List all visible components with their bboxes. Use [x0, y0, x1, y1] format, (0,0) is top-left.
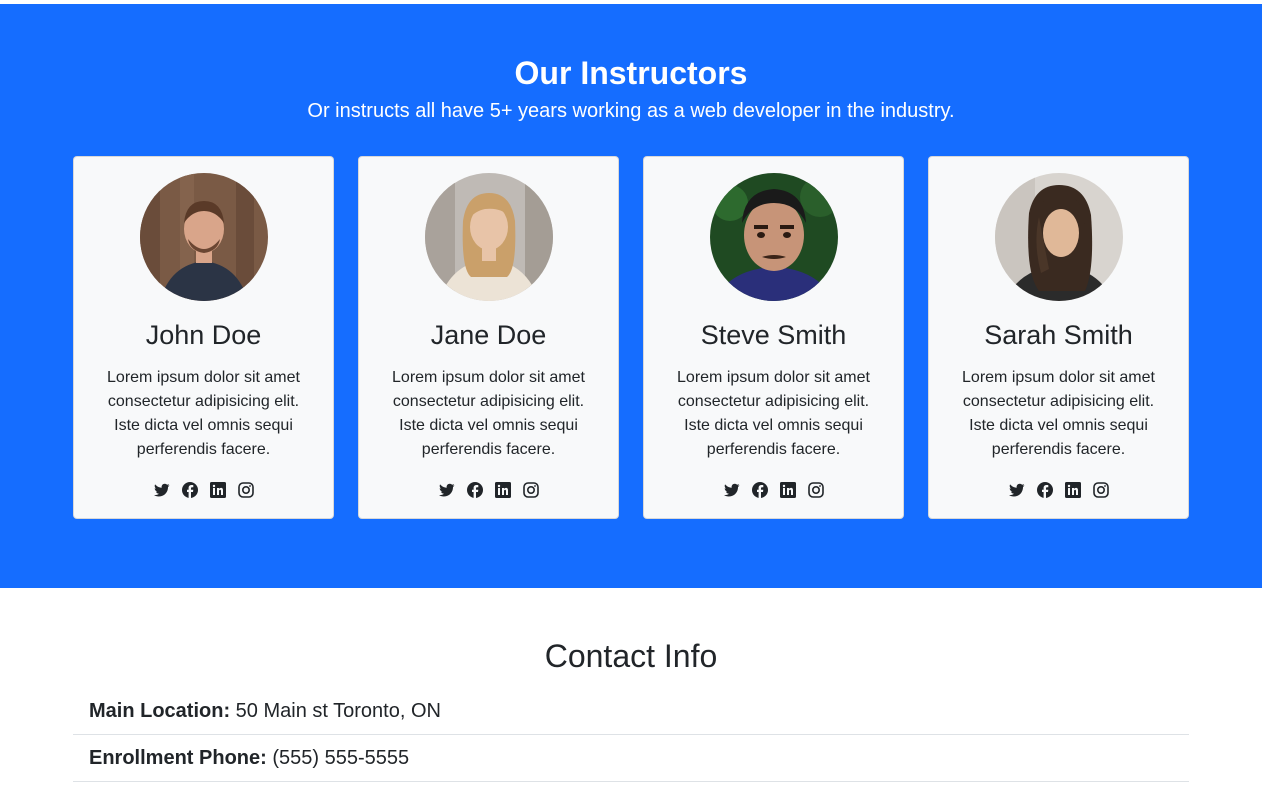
instructors-section: Our Instructors Or instructs all have 5+… — [0, 4, 1262, 588]
contact-value: (555) 555-5555 — [272, 747, 410, 769]
twitter-icon[interactable] — [153, 482, 170, 498]
contact-label: Enrollment Phone: — [89, 747, 267, 769]
instagram-icon[interactable] — [1092, 482, 1109, 498]
instructor-name: Sarah Smith — [984, 320, 1133, 350]
contact-label: Main Location: — [89, 700, 231, 722]
instructor-bio: Lorem ipsum dolor sit amet consectetur a… — [392, 369, 585, 458]
instagram-icon[interactable] — [237, 482, 254, 498]
facebook-icon[interactable] — [181, 482, 198, 498]
twitter-icon[interactable] — [438, 482, 455, 498]
facebook-icon[interactable] — [1036, 482, 1053, 498]
social-links — [644, 482, 903, 498]
linkedin-icon[interactable] — [1064, 482, 1081, 498]
linkedin-icon[interactable] — [494, 482, 511, 498]
instagram-icon[interactable] — [807, 482, 824, 498]
contact-heading: Contact Info — [544, 638, 718, 674]
contact-item-location: Main Location: 50 Main st Toronto, ON — [73, 688, 1189, 735]
instructors-heading: Our Instructors — [514, 55, 748, 91]
contact-value: 50 Main st Toronto, ON — [235, 700, 441, 722]
facebook-icon[interactable] — [466, 482, 483, 498]
instructor-card-steve-smith: Steve Smith Lorem ipsum dolor sit amet c… — [643, 156, 904, 519]
avatar — [709, 173, 838, 301]
contact-section: Contact Info Main Location: 50 Main st T… — [73, 636, 1189, 782]
instructor-card-john-doe: John Doe Lorem ipsum dolor sit amet cons… — [73, 156, 334, 519]
twitter-icon[interactable] — [723, 482, 740, 498]
contact-list: Main Location: 50 Main st Toronto, ON En… — [73, 688, 1189, 782]
twitter-icon[interactable] — [1008, 482, 1025, 498]
avatar — [424, 173, 553, 301]
instagram-icon[interactable] — [522, 482, 539, 498]
linkedin-icon[interactable] — [209, 482, 226, 498]
contact-item-phone: Enrollment Phone: (555) 555-5555 — [73, 735, 1189, 782]
instructors-subheading: Or instructs all have 5+ years working a… — [307, 100, 955, 122]
linkedin-icon[interactable] — [779, 482, 796, 498]
instructor-card-sarah-smith: Sarah Smith Lorem ipsum dolor sit amet c… — [928, 156, 1189, 519]
instructor-cards: John Doe Lorem ipsum dolor sit amet cons… — [0, 156, 1262, 519]
instructor-bio: Lorem ipsum dolor sit amet consectetur a… — [962, 369, 1155, 458]
instructor-name: Steve Smith — [700, 320, 847, 350]
avatar — [994, 173, 1123, 301]
instructor-name: Jane Doe — [430, 320, 547, 350]
instructor-bio: Lorem ipsum dolor sit amet consectetur a… — [677, 369, 870, 458]
facebook-icon[interactable] — [751, 482, 768, 498]
instructor-card-jane-doe: Jane Doe Lorem ipsum dolor sit amet cons… — [358, 156, 619, 519]
avatar — [139, 173, 268, 301]
social-links — [929, 482, 1188, 498]
social-links — [74, 482, 333, 498]
instructor-name: John Doe — [145, 320, 262, 350]
social-links — [359, 482, 618, 498]
instructor-bio: Lorem ipsum dolor sit amet consectetur a… — [107, 369, 300, 458]
